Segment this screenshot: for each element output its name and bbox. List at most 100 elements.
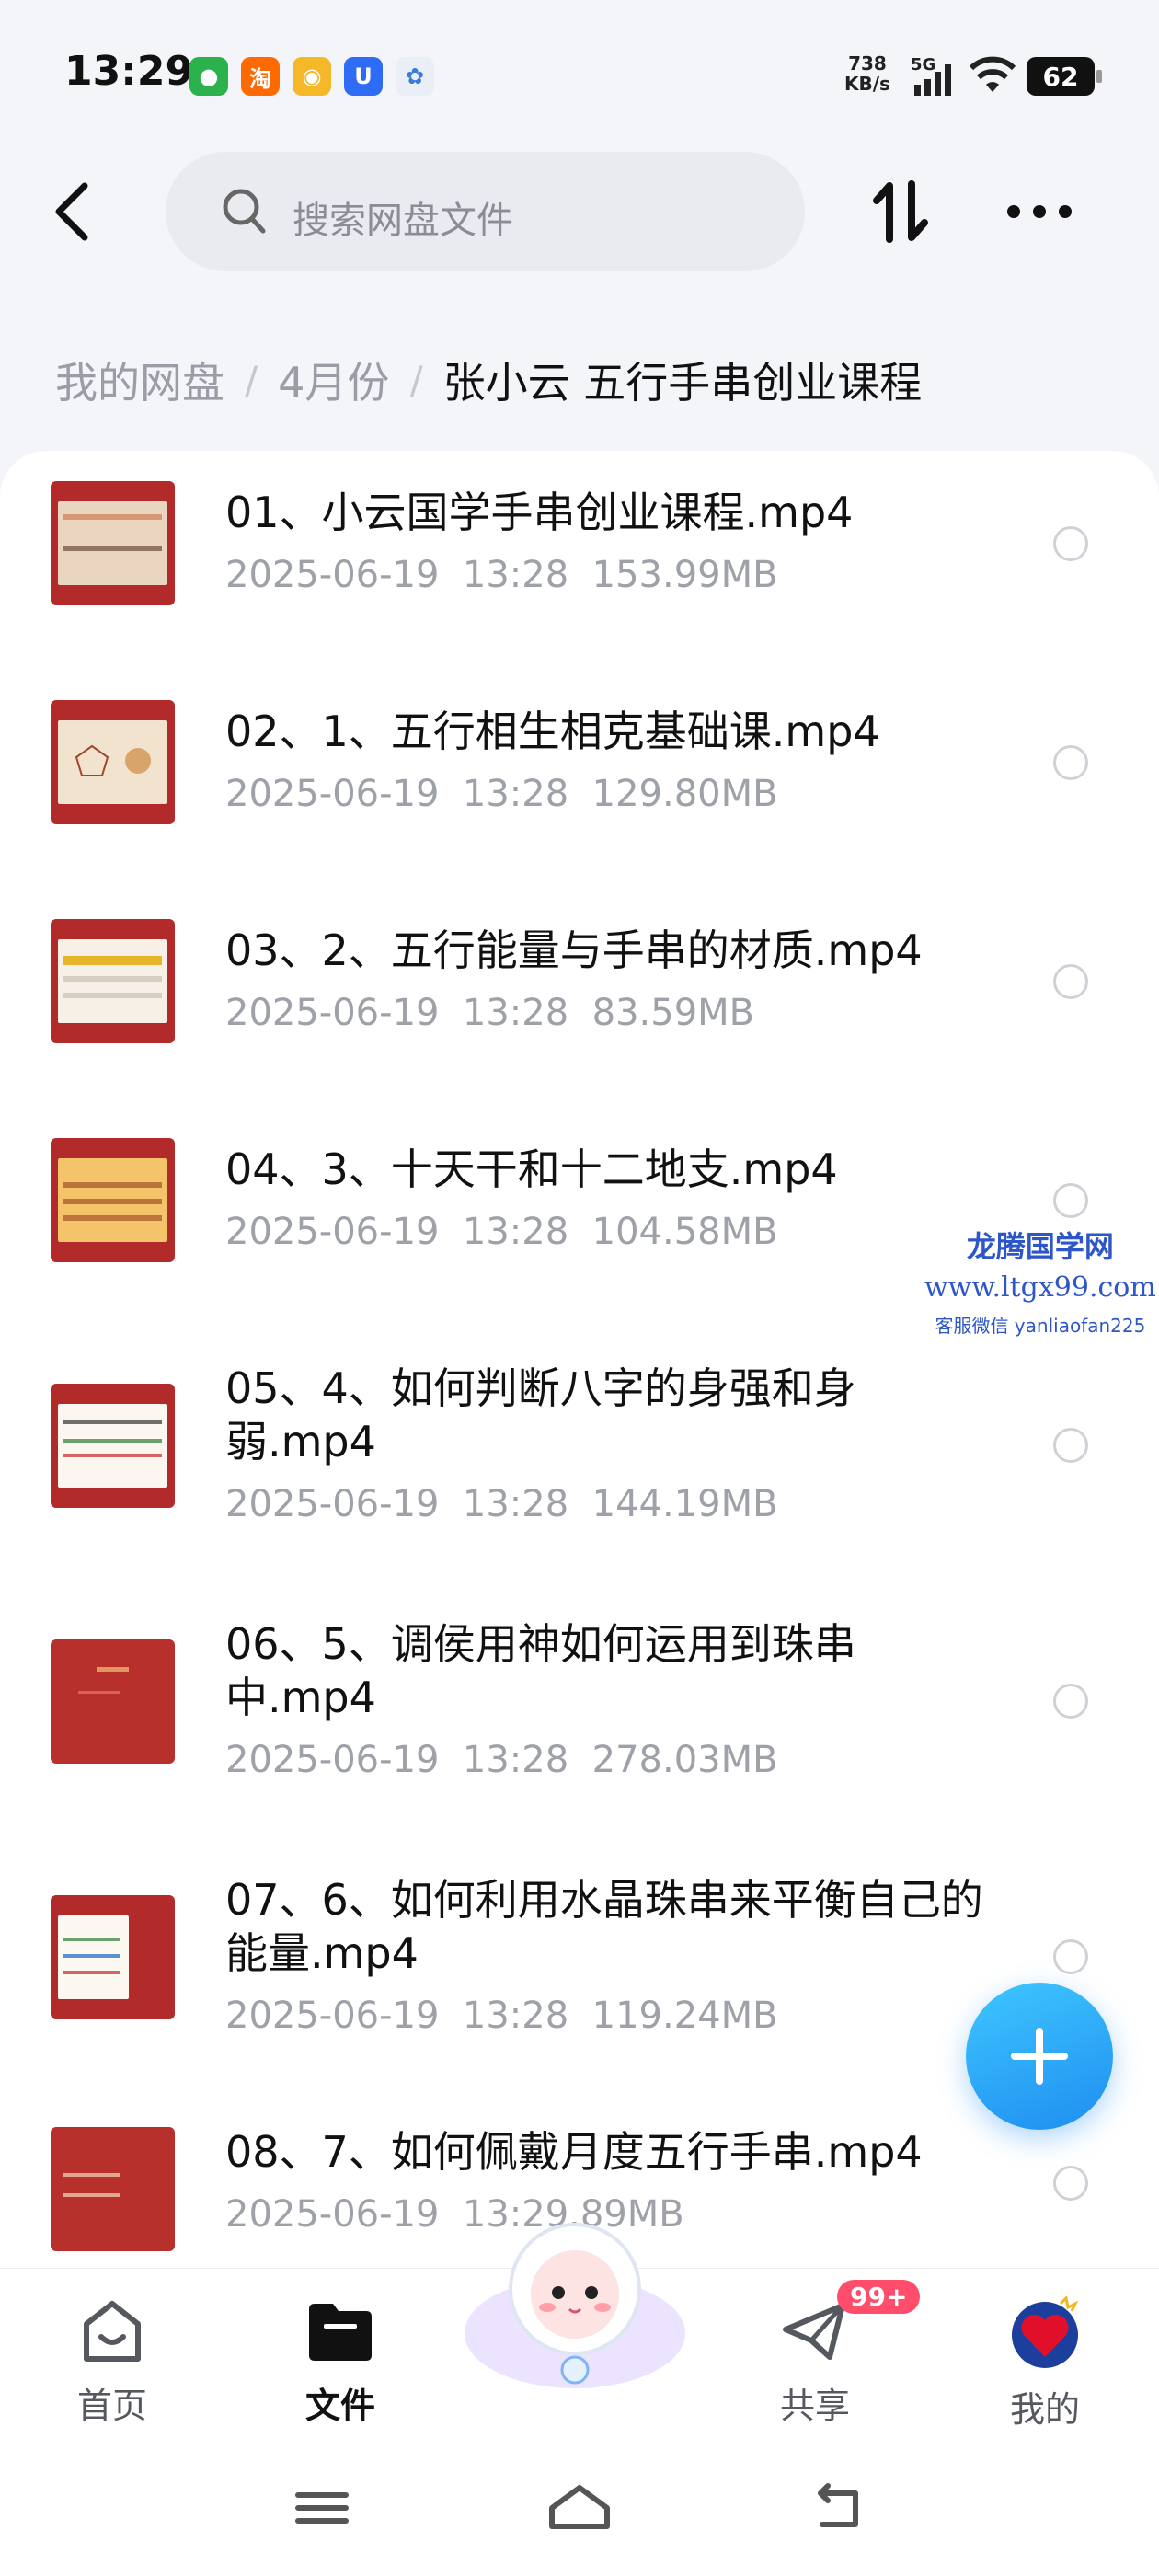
file-row[interactable]: 02、1、五行相生相克基础课.mp4 2025-06-19 13:28 129.… — [0, 697, 1159, 881]
video-thumbnail — [51, 481, 175, 605]
svg-text:5G: 5G — [911, 55, 935, 75]
file-time: 13:28 — [462, 1211, 569, 1253]
file-time: 13:28 — [462, 1739, 569, 1781]
add-button[interactable] — [966, 1983, 1113, 2130]
wechat-icon: ● — [189, 57, 228, 96]
file-date: 2025-06-19 — [225, 1739, 440, 1781]
back-button[interactable] — [46, 175, 101, 248]
taobao-icon: 淘 — [241, 57, 280, 96]
network-speed: 738 KB/s — [844, 53, 890, 94]
breadcrumb-separator: / — [245, 357, 258, 403]
video-thumbnail — [51, 2127, 175, 2251]
select-checkbox[interactable] — [1053, 745, 1088, 780]
select-checkbox[interactable] — [1053, 1684, 1088, 1719]
nav-home-label: 首页 — [76, 2386, 147, 2426]
select-checkbox[interactable] — [1053, 1183, 1088, 1218]
video-thumbnail — [51, 1895, 175, 2019]
folder-icon — [309, 2304, 372, 2361]
status-bar: 13:29 ● 淘 ◉ U ✿ 738 KB/s 5G 62 — [0, 0, 1159, 147]
file-name: 07、6、如何利用水晶珠串来平衡自己的能量.mp4 — [225, 1875, 983, 1978]
file-time: 13:28 — [462, 554, 569, 596]
watermark: 龙腾国学网 www.ltgx99.com 客服微信 yanliaofan225 — [924, 1224, 1156, 1338]
video-thumbnail — [51, 1639, 175, 1764]
file-date: 2025-06-19 — [225, 1995, 440, 2037]
more-dots-icon — [1007, 205, 1072, 218]
file-date: 2025-06-19 — [225, 2193, 440, 2236]
breadcrumb-item-my-drive[interactable]: 我的网盘 — [55, 350, 224, 410]
menu-nav-button[interactable] — [285, 2480, 359, 2536]
breadcrumb-item-april[interactable]: 4月份 — [278, 350, 389, 410]
watermark-title: 龙腾国学网 — [966, 1229, 1114, 1264]
nav-share-label: 共享 — [779, 2386, 850, 2426]
nav-home[interactable]: 首页 — [39, 2296, 186, 2428]
file-row[interactable]: 03、2、五行能量与手串的材质.mp4 2025-06-19 13:28 83.… — [0, 916, 1159, 1100]
file-date: 2025-06-19 — [225, 773, 440, 815]
file-size: 119.24MB — [591, 1995, 778, 2037]
plus-icon — [1011, 2028, 1068, 2085]
share-notification-badge: 99+ — [837, 2280, 921, 2314]
file-name: 05、4、如何判断八字的身强和身弱.mp4 — [225, 1363, 856, 1466]
nav-share[interactable]: 共享 — [741, 2296, 889, 2428]
file-size: 153.99MB — [591, 554, 778, 596]
menu-icon — [295, 2492, 349, 2524]
file-meta: 2025-06-19 13:28 119.24MB — [225, 1995, 778, 2037]
watermark-url: www.ltgx99.com — [924, 1271, 1156, 1304]
notification-icons: ● 淘 ◉ U ✿ — [189, 57, 434, 96]
chevron-left-icon — [55, 182, 88, 241]
video-thumbnail — [51, 700, 175, 824]
file-date: 2025-06-19 — [225, 1483, 440, 1525]
profile-avatar-icon — [1012, 2294, 1079, 2368]
search-input[interactable]: 搜索网盘文件 — [166, 152, 805, 271]
astronaut-mascot-icon — [465, 2223, 685, 2388]
file-meta: 2025-06-19 13:28 83.59MB — [225, 992, 754, 1034]
video-thumbnail — [51, 1384, 175, 1508]
file-meta: 2025-06-19 13:28 144.19MB — [225, 1483, 778, 1525]
file-time: 13:28 — [462, 992, 569, 1034]
select-checkbox[interactable] — [1053, 526, 1088, 561]
home-outline-icon — [549, 2485, 610, 2529]
nav-mine-label: 我的 — [1009, 2389, 1080, 2430]
file-time: 13:28 — [462, 773, 569, 815]
cloud-app-icon: ✿ — [396, 57, 434, 96]
signal-icon: 5G — [911, 55, 957, 99]
more-options-button[interactable] — [1003, 193, 1076, 230]
file-name: 04、3、十天干和十二地支.mp4 — [225, 1144, 838, 1194]
net-speed-value: 738 — [848, 52, 887, 75]
select-checkbox[interactable] — [1053, 964, 1088, 999]
file-size: 278.03MB — [591, 1739, 778, 1781]
select-checkbox[interactable] — [1053, 1428, 1088, 1463]
sort-button[interactable] — [869, 175, 934, 248]
sort-arrows-icon — [873, 180, 928, 243]
wifi-icon — [968, 55, 1017, 99]
back-nav-button[interactable] — [800, 2480, 874, 2536]
file-date: 2025-06-19 — [225, 554, 440, 596]
mascot-avatar[interactable] — [455, 2204, 694, 2398]
file-time: 13:28 — [462, 1483, 569, 1525]
home-icon — [84, 2301, 141, 2362]
status-time: 13:29 — [64, 48, 194, 95]
u-app-icon: U — [344, 57, 383, 96]
battery-indicator: 62 — [1027, 57, 1102, 96]
file-size: 129.80MB — [591, 773, 778, 815]
breadcrumb-current-folder: 张小云 五行手串创业课程 — [442, 358, 923, 408]
file-row[interactable]: 05、4、如何判断八字的身强和身弱.mp4 2025-06-19 13:28 1… — [0, 1362, 1159, 1582]
bottom-nav: 首页 文件 共享 99+ 我的 — [0, 2223, 1159, 2576]
bulb-app-icon: ◉ — [293, 57, 331, 96]
home-nav-button[interactable] — [543, 2480, 616, 2536]
file-row[interactable]: 01、小云国学手串创业课程.mp4 2025-06-19 13:28 153.9… — [0, 478, 1159, 662]
nav-files[interactable]: 文件 — [267, 2296, 414, 2428]
watermark-contact: 客服微信 yanliaofan225 — [935, 1315, 1146, 1337]
file-time: 13:28 — [462, 1995, 569, 2037]
file-name: 06、5、调侯用神如何运用到珠串中.mp4 — [225, 1619, 856, 1722]
file-name: 01、小云国学手串创业课程.mp4 — [225, 488, 854, 537]
file-row[interactable]: 06、5、调侯用神如何运用到珠串中.mp4 2025-06-19 13:28 2… — [0, 1617, 1159, 1838]
video-thumbnail — [51, 919, 175, 1043]
search-icon — [221, 187, 269, 242]
select-checkbox[interactable] — [1053, 1939, 1088, 1974]
select-checkbox[interactable] — [1053, 2166, 1088, 2201]
battery-level: 62 — [1042, 61, 1079, 92]
file-name: 03、2、五行能量与手串的材质.mp4 — [225, 926, 923, 975]
nav-mine[interactable]: 我的 — [971, 2294, 1119, 2432]
file-meta: 2025-06-19 13:28 129.80MB — [225, 773, 778, 815]
video-thumbnail — [51, 1138, 175, 1262]
